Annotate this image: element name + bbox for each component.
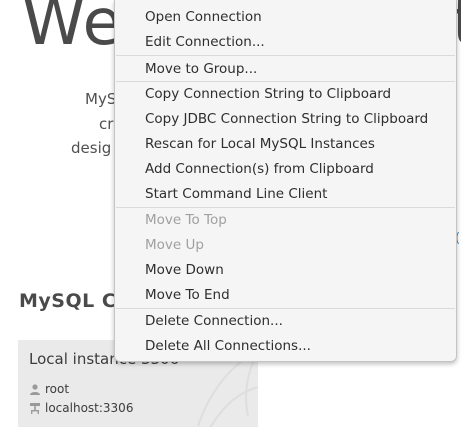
menu-item-delete-all-connections[interactable]: Delete All Connections... xyxy=(115,334,456,359)
intro-text-line: desig xyxy=(71,139,112,157)
menu-item-open-connection[interactable]: Open Connection xyxy=(115,5,456,30)
menu-item-edit-connection[interactable]: Edit Connection... xyxy=(115,30,456,55)
menu-item-move-up: Move Up xyxy=(145,237,204,253)
menu-item-rescan-local-instances[interactable]: Rescan for Local MySQL Instances xyxy=(115,132,456,157)
connection-user: root xyxy=(45,382,70,396)
menu-item-move-to-top: Move To Top xyxy=(145,212,227,228)
menu-item-delete-connection[interactable]: Delete Connection... xyxy=(115,309,456,334)
menu-item-copy-jdbc-string[interactable]: Copy JDBC Connection String to Clipboard xyxy=(115,107,456,132)
network-icon xyxy=(30,403,40,414)
menu-separator xyxy=(116,55,455,56)
connection-context-menu: Open Connection Edit Connection... Move … xyxy=(114,0,457,362)
connection-user-row: root xyxy=(29,382,69,396)
connections-heading: MySQL C xyxy=(19,290,117,312)
user-icon xyxy=(30,384,40,395)
menu-item-add-from-clipboard[interactable]: Add Connection(s) from Clipboard xyxy=(115,157,456,182)
welcome-title: We xyxy=(22,0,123,60)
connection-host: localhost:3306 xyxy=(45,401,134,415)
connection-host-row: localhost:3306 xyxy=(29,401,133,415)
intro-text-line: MyS xyxy=(85,90,117,108)
menu-item-move-down[interactable]: Move Down xyxy=(115,258,456,283)
workbench-home: We t MyS cr desig ( MySQL C Local instan… xyxy=(0,0,461,427)
menu-item-copy-connection-string[interactable]: Copy Connection String to Clipboard xyxy=(115,82,456,107)
menu-item-move-to-group[interactable]: Move to Group... xyxy=(115,57,456,82)
intro-text-line: cr xyxy=(99,115,114,133)
menu-item-start-cli[interactable]: Start Command Line Client xyxy=(115,182,456,207)
menu-item-move-to-end[interactable]: Move To End xyxy=(115,283,456,308)
